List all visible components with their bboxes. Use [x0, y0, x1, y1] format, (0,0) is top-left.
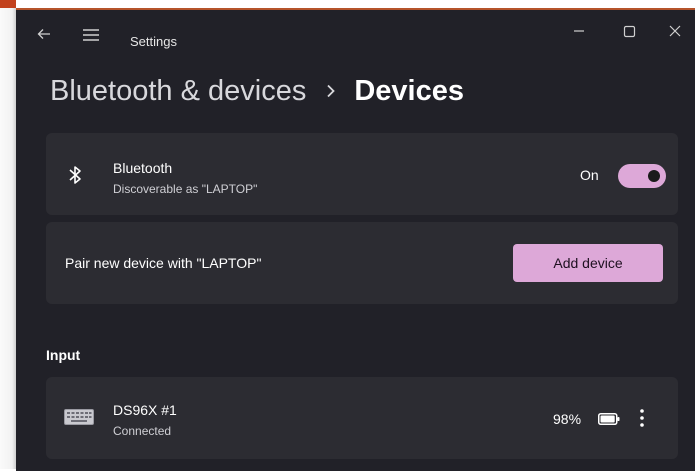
pair-device-card: Pair new device with "LAPTOP" Add device [46, 222, 678, 304]
section-header-input: Input [46, 347, 81, 363]
maximize-icon[interactable] [606, 16, 652, 46]
device-status: Connected [113, 424, 172, 438]
title-bar: Settings [16, 10, 695, 54]
bluetooth-subtitle: Discoverable as "LAPTOP" [113, 182, 258, 196]
bluetooth-title: Bluetooth [113, 160, 173, 176]
battery-fill [600, 415, 615, 423]
device-card[interactable]: DS96X #1 Connected 98% [46, 377, 678, 459]
battery-icon [598, 413, 620, 425]
add-device-button[interactable]: Add device [513, 244, 663, 282]
keyboard-icon [64, 409, 94, 425]
background-accent [0, 0, 16, 8]
device-name: DS96X #1 [113, 402, 177, 418]
close-icon[interactable] [652, 16, 695, 46]
toggle-knob [648, 170, 660, 182]
bluetooth-card: Bluetooth Discoverable as "LAPTOP" On [46, 133, 678, 215]
more-options-icon[interactable] [632, 406, 652, 430]
hamburger-menu-icon[interactable] [82, 28, 100, 42]
app-title: Settings [130, 34, 177, 49]
breadcrumb-parent-link[interactable]: Bluetooth & devices [50, 75, 306, 108]
bluetooth-icon [69, 166, 81, 184]
background-edge [0, 0, 16, 469]
bluetooth-state-label: On [580, 167, 599, 183]
chevron-right-icon [327, 84, 336, 98]
minimize-icon[interactable] [556, 16, 602, 46]
page-title: Devices [354, 74, 464, 107]
breadcrumb: Bluetooth & devices Devices [50, 70, 464, 112]
pair-device-label: Pair new device with "LAPTOP" [65, 255, 262, 271]
back-arrow-icon[interactable] [36, 26, 52, 42]
settings-window: Settings Bluetooth & devices Devices Blu… [16, 8, 695, 471]
bluetooth-toggle[interactable] [618, 164, 666, 188]
battery-percentage: 98% [553, 411, 582, 427]
